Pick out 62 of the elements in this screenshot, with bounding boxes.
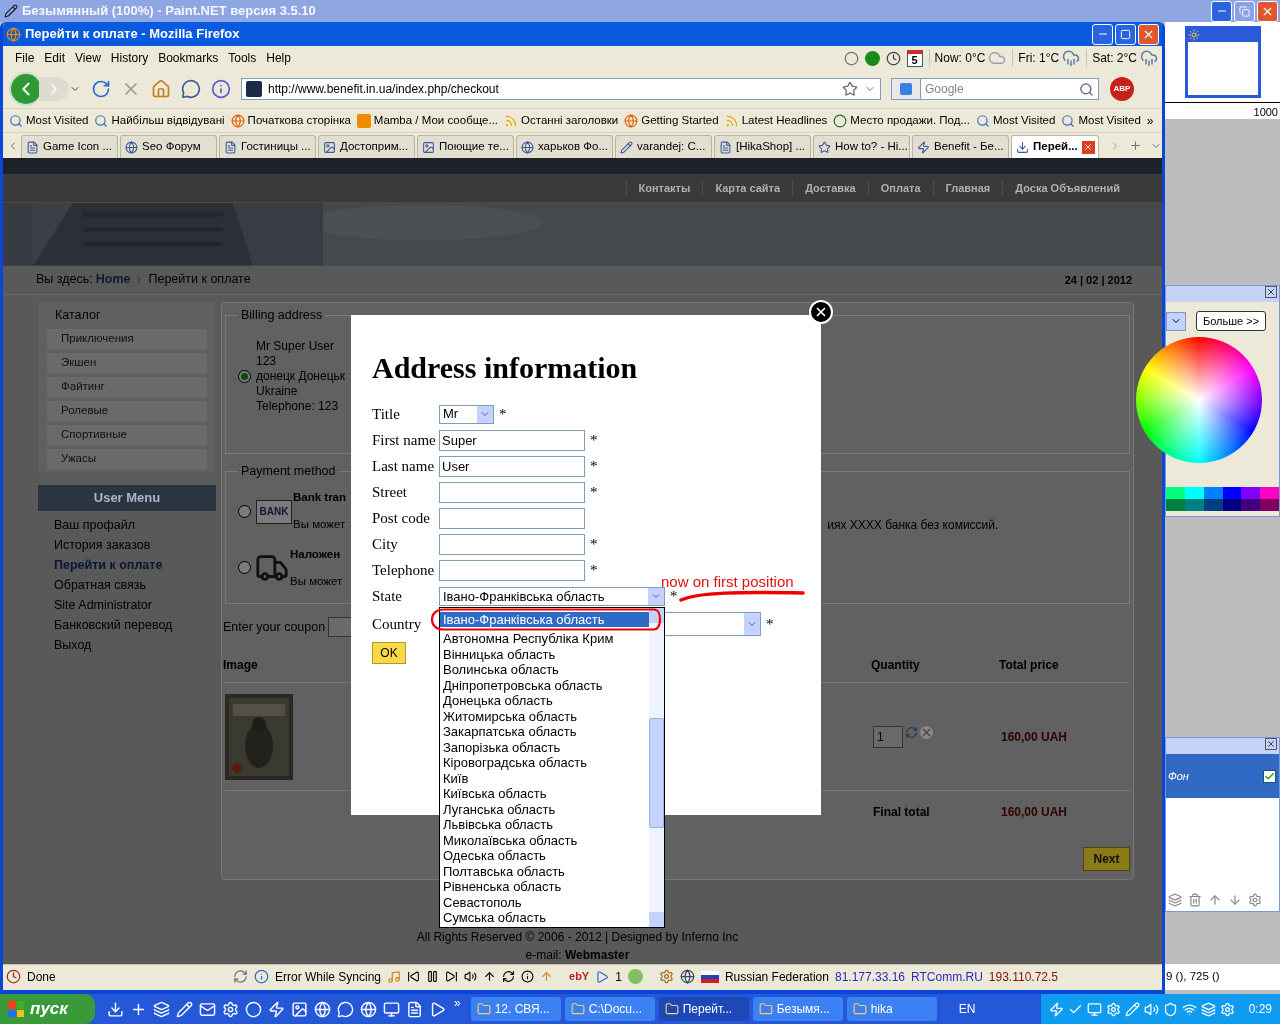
field-label: State (372, 586, 403, 606)
clock-text: 0:29 (1248, 1001, 1272, 1018)
column-header: Total price (999, 657, 1059, 674)
required-mark: * (590, 432, 598, 448)
count-text: 1 (615, 968, 622, 986)
ip-address: 193.110.72.5 (988, 968, 1058, 986)
fieldset-legend: Payment method (238, 462, 339, 481)
fieldset-legend: Billing address (238, 306, 326, 325)
catalog-title: Каталог (54, 307, 102, 324)
method-description: Вы может (293, 517, 346, 533)
weather-reading: Now: 0°C (934, 50, 986, 67)
field-label: Title (372, 404, 401, 424)
final-total: 160,00 UAH (1001, 804, 1068, 821)
status-text: Done (27, 968, 57, 986)
window-title: Перейти к оплате - Mozilla Firefox (25, 25, 240, 44)
required-mark: * (670, 588, 678, 604)
required-mark: * (766, 616, 774, 632)
field-label: Country (372, 614, 423, 634)
address-line: Telephone: 123 (256, 398, 340, 414)
method-name: Наложен (290, 546, 341, 562)
provider-text: RTComm.RU (911, 968, 983, 986)
field-label: Street (372, 482, 408, 502)
method-description: иях XXXX банка без комиссий. (827, 517, 999, 535)
column-header: Quantity (871, 657, 920, 674)
field-label: City (372, 534, 399, 554)
date-text: 24 | 02 | 2012 (1064, 272, 1132, 288)
method-name: Bank tran (293, 490, 347, 506)
email-text: e-mail: Webmaster (525, 947, 630, 964)
breadcrumb-current: Перейти к оплате (148, 271, 251, 289)
layer-name: Фон (1168, 768, 1189, 784)
required-mark: * (590, 484, 598, 500)
field-label: First name (372, 430, 437, 450)
coupon-label: Enter your coupon (223, 618, 326, 636)
address-line: Ukraine (256, 383, 299, 399)
sync-status: Error While Syncing (275, 968, 382, 986)
weather-reading: Fri: 1°C (1018, 50, 1060, 67)
required-mark: * (590, 536, 598, 552)
address-line: 123 (256, 353, 278, 369)
field-label: Last name (372, 456, 436, 476)
ruler: 1000 (1165, 102, 1280, 119)
dialog-title: Address information (372, 350, 639, 386)
method-description: Вы может (290, 573, 343, 589)
address-line: донецк Донецьк (256, 368, 346, 384)
coordinates-text: 9 (), 725 () (1166, 969, 1220, 985)
breadcrumb-label: Вы здесь: (36, 271, 93, 289)
required-mark: * (499, 406, 507, 422)
final-total-label: Final total (873, 804, 930, 821)
field-label: Post code (372, 508, 431, 528)
weather-reading: Sat: 2°C (1092, 50, 1137, 67)
required-mark: * (590, 562, 598, 578)
copyright-text: All Rights Reserved © 2006 - 2012 | Designed by Inferno Inc (416, 929, 739, 946)
window-title: Безымянный (100%) - Paint.NET версия 3.5.10 (22, 2, 316, 21)
url-text: http://www.benefit.in.ua/index.php/checkout (268, 81, 499, 98)
address-line: Mr Super User (256, 338, 336, 354)
ip-address: 81.177.33.16 (834, 968, 906, 986)
row-total: 160,00 UAH (1001, 728, 1068, 746)
column-header: Image (223, 657, 258, 674)
required-mark: * (590, 458, 598, 474)
user-menu-header: User Menu (38, 484, 216, 511)
bank-icon: BANK (256, 499, 292, 524)
field-label: Telephone (372, 560, 436, 580)
country-text: Russian Federation (724, 968, 829, 986)
